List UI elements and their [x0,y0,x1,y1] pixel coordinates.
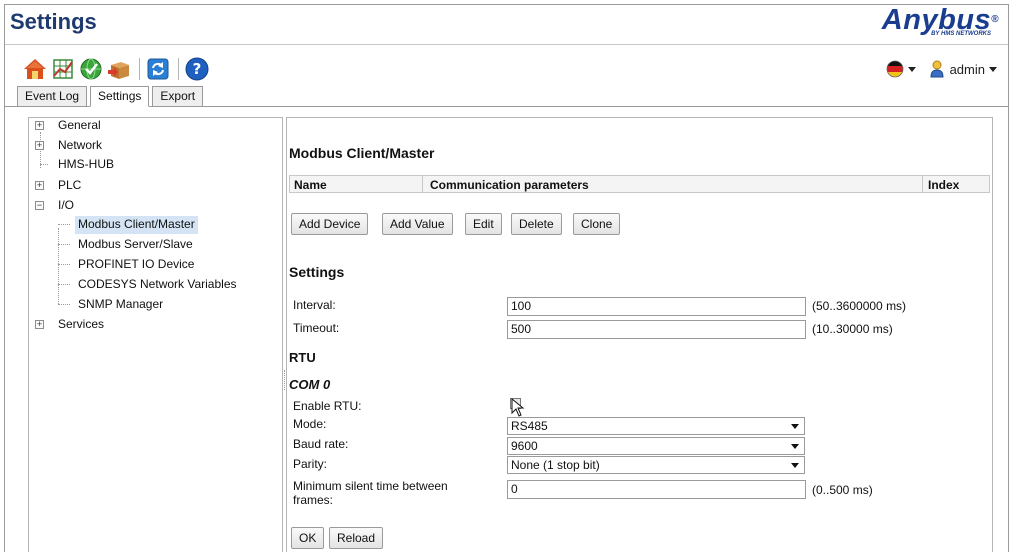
tab-settings[interactable]: Settings [90,86,150,107]
mode-select-value: RS485 [511,419,548,433]
user-area: admin [886,60,997,78]
io-grid-icon[interactable] [51,57,75,81]
tree-item-io[interactable]: I/O [58,197,74,215]
tree-item-network[interactable]: Network [58,137,102,155]
edit-button[interactable]: Edit [465,213,502,235]
section-heading-modbus: Modbus Client/Master [289,145,435,161]
add-value-button[interactable]: Add Value [382,213,453,235]
section-heading-settings: Settings [289,264,345,280]
tree-item-modbus-server-slave[interactable]: Modbus Server/Slave [78,236,193,254]
tree-connector [40,132,41,168]
user-menu[interactable]: admin [930,60,997,78]
silent-time-label-line1: Minimum silent time between [293,479,448,493]
mouse-cursor-icon [511,398,525,417]
tab-bar: Event Log Settings Export [17,86,206,107]
toolbar-separator [178,58,179,80]
help-icon[interactable]: ? [185,57,209,81]
tree-item-modbus-client-master[interactable]: Modbus Client/Master [75,216,198,234]
silent-time-field[interactable]: 0 [507,480,806,499]
silent-time-label-line2: frames: [293,493,334,507]
tree-item-snmp-manager[interactable]: SNMP Manager [78,296,163,314]
delete-button[interactable]: Delete [511,213,562,235]
tree-connector [40,164,48,165]
ok-button[interactable]: OK [291,527,325,549]
clone-button[interactable]: Clone [573,213,621,235]
expand-icon[interactable]: + [35,320,44,329]
enable-rtu-label: Enable RTU: [293,399,362,413]
parity-select[interactable]: None (1 stop bit) [507,456,805,474]
globe-check-icon[interactable] [79,57,103,81]
device-table-header: Name Communication parameters Index [289,175,990,193]
header-divider [5,44,1008,45]
dropdown-arrow-icon [791,444,799,449]
mode-select[interactable]: RS485 [507,417,805,435]
reload-button[interactable]: Reload [329,527,384,549]
tree-item-codesys-network-variables[interactable]: CODESYS Network Variables [78,276,237,294]
box-arrow-icon[interactable] [107,57,131,81]
tree-connector [58,264,70,265]
parity-select-value: None (1 stop bit) [511,458,600,472]
interval-label: Interval: [293,298,336,312]
column-header-name[interactable]: Name [294,178,327,192]
language-menu[interactable] [886,60,916,78]
chevron-down-icon [907,66,916,72]
refresh-icon[interactable] [146,57,170,81]
column-divider [422,176,423,192]
tree-item-services[interactable]: Services [58,316,104,334]
parity-label: Parity: [293,457,328,471]
tree-connector [58,304,70,305]
tree-item-general[interactable]: General [58,117,101,135]
column-divider [922,176,923,192]
timeout-range: (10..30000 ms) [812,322,893,336]
tree-connector [58,284,70,285]
toolbar-separator [139,58,140,80]
interval-field[interactable]: 100 [507,297,806,316]
column-header-communication[interactable]: Communication parameters [430,178,589,192]
page-title: Settings [10,9,97,34]
add-device-button[interactable]: Add Device [291,213,369,235]
dropdown-arrow-icon [791,424,799,429]
section-heading-rtu: RTU [289,350,316,365]
logo-registered-mark: ® [991,14,999,25]
baud-rate-select[interactable]: 9600 [507,437,805,455]
column-header-index[interactable]: Index [928,178,959,192]
toolbar: ? [23,55,213,83]
flag-germany-icon [886,60,903,78]
svg-text:?: ? [193,60,202,78]
tab-export[interactable]: Export [152,86,204,107]
tree-connector [58,224,70,225]
silent-time-range: (0..500 ms) [812,483,873,497]
expand-icon[interactable]: + [35,141,44,150]
chevron-down-icon [989,66,997,72]
section-heading-com0: COM 0 [289,377,331,392]
tree-connector [58,244,70,245]
home-icon[interactable] [23,57,47,81]
timeout-label: Timeout: [293,321,340,335]
tree-item-profinet-io-device[interactable]: PROFINET IO Device [78,256,194,274]
user-icon [930,60,944,78]
interval-range: (50..3600000 ms) [812,299,907,313]
tree-item-plc[interactable]: PLC [58,177,81,195]
dropdown-arrow-icon [791,463,799,468]
collapse-icon[interactable]: − [35,201,44,210]
mode-label: Mode: [293,417,327,431]
user-name: admin [949,61,985,77]
baud-rate-select-value: 9600 [511,439,538,453]
tree-item-hms-hub[interactable]: HMS-HUB [58,156,114,174]
tab-event-log[interactable]: Event Log [17,86,88,107]
baud-rate-label: Baud rate: [293,437,349,451]
anybus-logo: Anybus® BY HMS NETWORKS [882,5,999,37]
timeout-field[interactable]: 500 [507,320,806,339]
expand-icon[interactable]: + [35,181,44,190]
tree-connector [58,228,59,304]
expand-icon[interactable]: + [35,121,44,130]
